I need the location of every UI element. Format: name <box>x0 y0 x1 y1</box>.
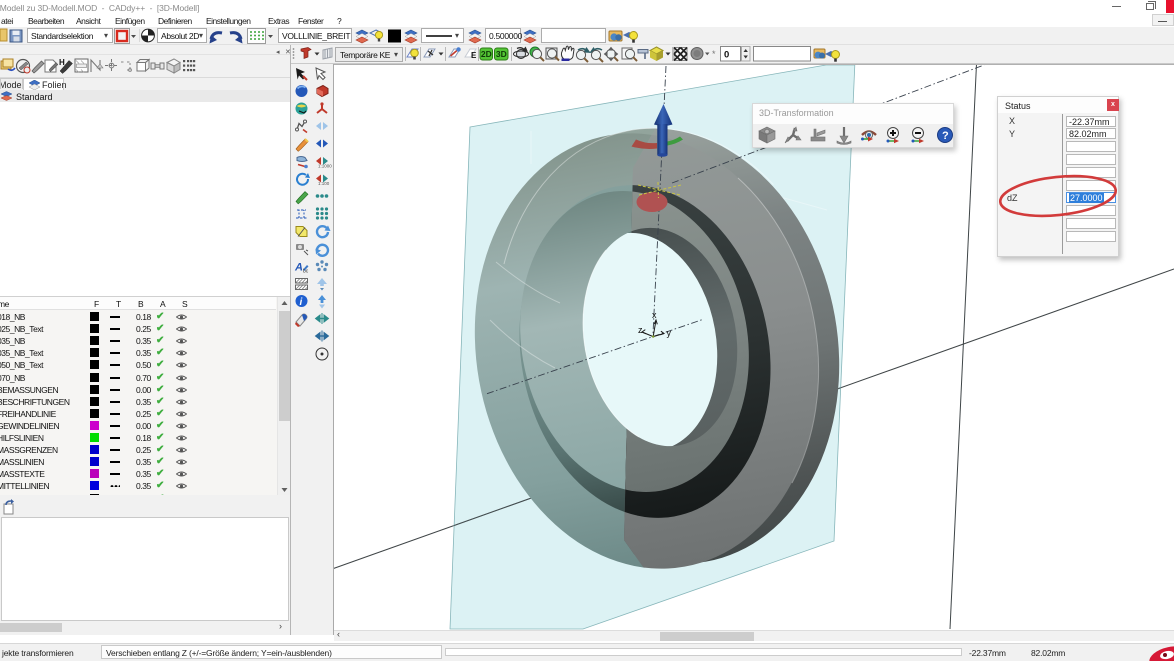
svg-text:i: i <box>300 297 303 308</box>
svg-text:E: E <box>471 51 477 60</box>
svg-text:1:100: 1:100 <box>318 181 330 186</box>
svg-text:?: ? <box>942 130 949 142</box>
svg-text:3D: 3D <box>496 49 507 59</box>
svg-text:*: * <box>712 49 716 59</box>
svg-text:1:1000: 1:1000 <box>318 164 332 169</box>
svg-text:H: H <box>59 58 65 67</box>
svg-text:2D: 2D <box>481 49 492 59</box>
svg-text:y: y <box>667 328 672 338</box>
svg-text:0: 0 <box>724 50 729 61</box>
svg-text:bc: bc <box>303 269 309 275</box>
svg-text:x: x <box>652 310 657 320</box>
svg-text:z: z <box>638 325 643 335</box>
svg-text:A: A <box>294 262 303 274</box>
